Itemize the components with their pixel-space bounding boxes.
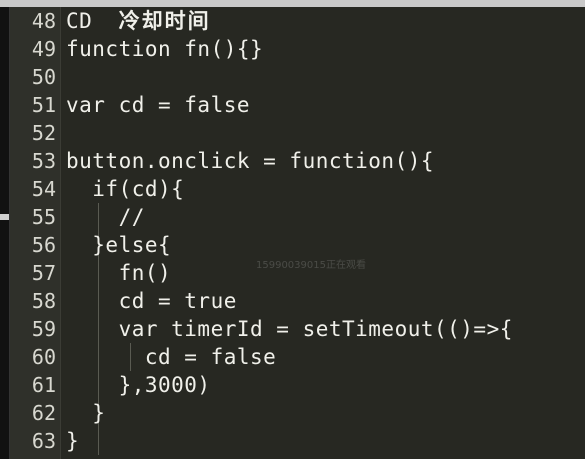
line-code-text: CD: [66, 9, 119, 33]
line-code: }: [66, 429, 80, 453]
line-code: },3000): [66, 373, 211, 397]
line-number: 61: [31, 373, 56, 397]
line-number: 54: [31, 177, 56, 201]
line-code: //: [66, 205, 145, 229]
line-number: 52: [31, 121, 56, 145]
line-code: function fn(){}: [66, 37, 264, 61]
code-line[interactable]: 62 }: [10, 399, 585, 427]
screen: 48 CD 冷却时间 49 function fn(){} 50 51 var …: [0, 0, 585, 459]
line-code: }: [66, 401, 106, 425]
line-code: cd = true: [66, 289, 237, 313]
code-line[interactable]: 52: [10, 119, 585, 147]
line-code: if(cd){: [66, 177, 185, 201]
editor-tab-strip: [0, 0, 585, 7]
line-code: cd = false: [66, 345, 277, 369]
code-line[interactable]: 49 function fn(){}: [10, 35, 585, 63]
line-number: 57: [31, 261, 56, 285]
code-line[interactable]: 51 var cd = false: [10, 91, 585, 119]
line-number: 48: [31, 9, 56, 33]
code-line[interactable]: 53 button.onclick = function(){: [10, 147, 585, 175]
code-line[interactable]: 56 }else{: [10, 231, 585, 259]
code-line[interactable]: 54 if(cd){: [10, 175, 585, 203]
code-line[interactable]: 63 }: [10, 427, 585, 455]
code-editor[interactable]: 48 CD 冷却时间 49 function fn(){} 50 51 var …: [10, 7, 585, 459]
line-code: }else{: [66, 233, 172, 257]
line-code: CD 冷却时间: [66, 7, 211, 35]
line-comment-chinese: 冷却时间: [118, 9, 211, 33]
line-number: 59: [31, 317, 56, 341]
code-line[interactable]: 58 cd = true: [10, 287, 585, 315]
code-line[interactable]: 60 cd = false: [10, 343, 585, 371]
line-number: 56: [31, 233, 56, 257]
code-line[interactable]: 50: [10, 63, 585, 91]
line-number: 55: [31, 205, 56, 229]
line-number: 49: [31, 37, 56, 61]
line-number: 50: [31, 65, 56, 89]
line-code: fn(): [66, 261, 172, 285]
line-code: var timerId = setTimeout(()=>{: [66, 317, 513, 341]
line-number: 53: [31, 149, 56, 173]
line-number: 63: [31, 429, 56, 453]
viewer-watermark: 15990039015正在观看: [256, 260, 366, 271]
line-code: button.onclick = function(){: [66, 149, 435, 173]
window-left-edge: [0, 7, 10, 459]
code-line[interactable]: 59 var timerId = setTimeout(()=>{: [10, 315, 585, 343]
code-line[interactable]: 61 },3000): [10, 371, 585, 399]
line-number: 62: [31, 401, 56, 425]
line-number: 58: [31, 289, 56, 313]
window-edge-marker: [0, 214, 9, 220]
line-code: var cd = false: [66, 93, 251, 117]
line-number: 51: [31, 93, 56, 117]
line-number: 60: [31, 345, 56, 369]
code-line[interactable]: 55 //: [10, 203, 585, 231]
code-line[interactable]: 48 CD 冷却时间: [10, 7, 585, 35]
